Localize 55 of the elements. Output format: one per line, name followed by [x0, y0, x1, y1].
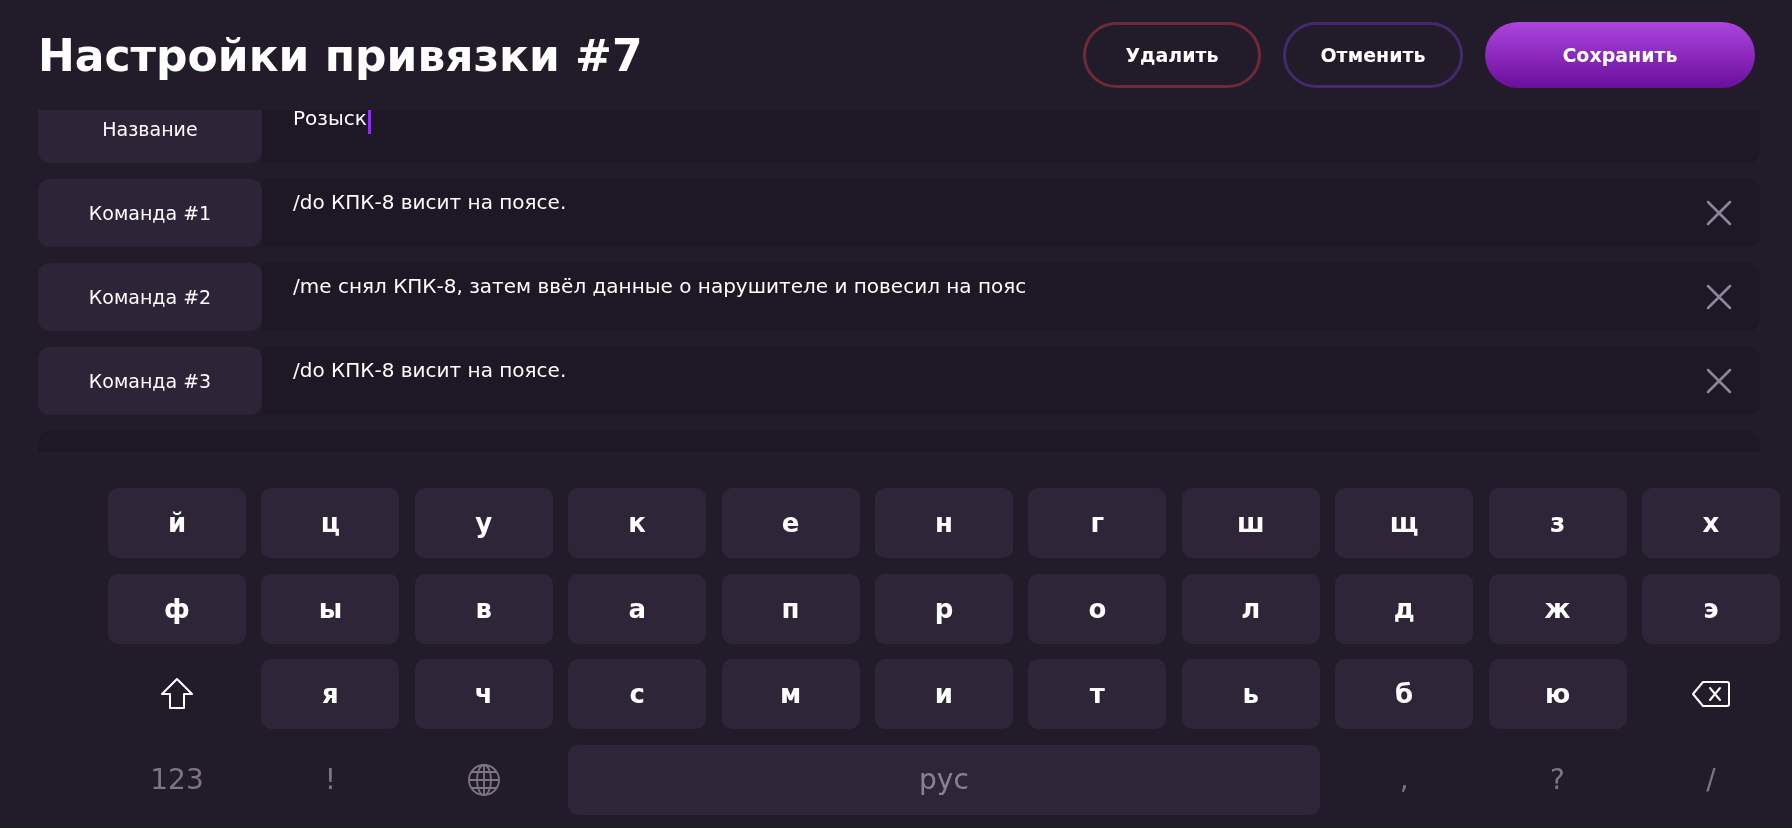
keyboard-key[interactable]: г — [1028, 488, 1167, 558]
keyboard-key[interactable]: 123 — [108, 744, 246, 815]
close-icon[interactable] — [1706, 284, 1732, 310]
keyboard-key[interactable]: з — [1488, 488, 1627, 558]
keyboard-key[interactable]: ю — [1488, 659, 1627, 729]
keyboard-key[interactable]: ы — [261, 573, 400, 644]
keyboard-key[interactable]: м — [721, 659, 860, 729]
keyboard-key[interactable]: э — [1641, 573, 1780, 644]
keyboard-key[interactable]: и — [874, 659, 1013, 729]
field-label: Команда #1 — [38, 179, 262, 247]
keyboard-key[interactable]: е — [721, 488, 860, 558]
keyboard-key[interactable]: л — [1181, 573, 1320, 644]
keyboard-key[interactable]: й — [108, 488, 246, 558]
keyboard-key[interactable]: с — [568, 659, 707, 729]
keyboard-key[interactable]: / — [1641, 744, 1780, 815]
keyboard-key[interactable]: д — [1335, 573, 1474, 644]
keyboard-key[interactable]: к — [568, 488, 707, 558]
delete-button[interactable]: Удалить — [1083, 22, 1261, 88]
globe-icon[interactable] — [466, 762, 501, 797]
shift-icon[interactable] — [159, 677, 195, 711]
cancel-button[interactable]: Отменить — [1283, 22, 1463, 88]
keyboard-key[interactable]: в — [414, 573, 553, 644]
keyboard-key[interactable]: ч — [414, 659, 553, 729]
keyboard-key[interactable]: т — [1028, 659, 1167, 729]
keyboard-key[interactable]: ц — [261, 488, 400, 558]
keyboard-key[interactable]: ! — [261, 744, 400, 815]
field-label: Команда #2 — [38, 263, 262, 331]
keyboard-key[interactable]: р — [874, 573, 1013, 644]
keyboard-key[interactable]: х — [1641, 488, 1780, 558]
keyboard-key[interactable]: , — [1335, 744, 1474, 815]
field-label: Команда #3 — [38, 347, 262, 415]
keyboard-key[interactable]: я — [261, 659, 400, 729]
keyboard-key[interactable]: о — [1028, 573, 1167, 644]
space-key[interactable]: рус — [568, 744, 1320, 815]
save-button[interactable]: Сохранить — [1485, 22, 1755, 88]
keyboard-key[interactable]: ж — [1488, 573, 1627, 644]
input-field[interactable]: /do КПК-8 висит на поясе. — [262, 179, 1760, 247]
page-title: Настройки привязки #7 — [38, 29, 643, 81]
keyboard-key[interactable]: а — [568, 573, 707, 644]
close-icon[interactable] — [1706, 200, 1732, 226]
keyboard-key[interactable]: щ — [1335, 488, 1474, 558]
keyboard-key[interactable]: н — [874, 488, 1013, 558]
keyboard-key[interactable]: п — [721, 573, 860, 644]
keyboard-key[interactable]: ф — [108, 573, 246, 644]
close-icon[interactable] — [1706, 368, 1732, 394]
keyboard-key[interactable]: ? — [1488, 744, 1627, 815]
keyboard-key[interactable]: б — [1335, 659, 1474, 729]
keyboard-key[interactable]: ш — [1181, 488, 1320, 558]
keyboard-key[interactable]: ь — [1181, 659, 1320, 729]
field-label: Название — [38, 110, 262, 163]
keyboard-key[interactable]: у — [414, 488, 553, 558]
input-field[interactable]: /me снял КПК-8, затем ввёл данные о нарушителе и повесил на пояс — [262, 263, 1760, 331]
input-field[interactable]: Розыск — [262, 110, 1760, 163]
backspace-icon[interactable] — [1690, 680, 1731, 708]
input-field[interactable]: /do КПК-8 висит на поясе. — [262, 347, 1760, 415]
